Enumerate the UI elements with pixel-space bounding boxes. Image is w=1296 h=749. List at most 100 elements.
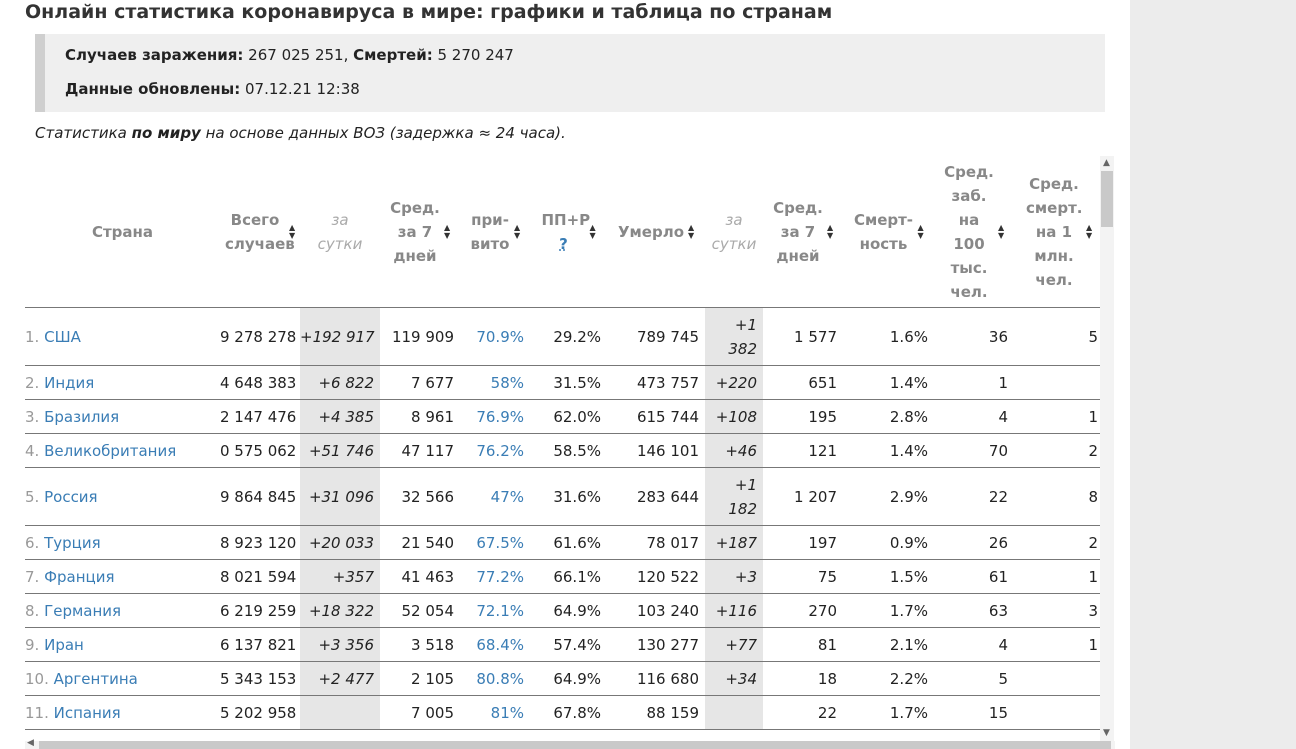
mortality-cell: 1.4% [843, 433, 934, 468]
total-cases-cell: 9 278 278 [220, 307, 300, 366]
deaths-day-cell [705, 695, 763, 730]
vertical-scrollbar[interactable]: ▲ ▼ [1100, 156, 1114, 742]
total-cases-cell: 4 648 383 [220, 365, 300, 400]
mortality-cell: 2.2% [843, 661, 934, 696]
scroll-up-icon[interactable]: ▲ [1103, 158, 1110, 168]
ppr-cell: 64.9% [530, 661, 607, 696]
table-row: 6. Турция 8 923 120 +20 033 21 540 67.5% 61.6… [25, 525, 1100, 560]
ppr-cell: 57.4% [530, 627, 607, 662]
stats-table-wrap: Страна Всего случаев ▲ ▼ за сутки Сред. за… [25, 156, 1100, 742]
table-row: 4. Великобритания 0 575 062 +51 746 47 117 7… [25, 433, 1100, 468]
deaths-cell: 116 680 [607, 661, 705, 696]
country-cell: 5. Россия [25, 467, 220, 526]
table-row: 5. Россия 9 864 845 +31 096 32 566 47% 31.6% 2… [25, 467, 1100, 526]
col-header-mortality[interactable]: Смерт-ность ▲ ▼ [843, 156, 934, 308]
country-link[interactable]: Индия [44, 374, 94, 392]
stats-table: Страна Всего случаев ▲ ▼ за сутки Сред. за… [25, 156, 1100, 730]
col-header-avg7-deaths[interactable]: Сред. за 7 дней ▲ ▼ [763, 156, 843, 308]
vaccinated-cell: 72.1% [460, 593, 530, 628]
deaths-cell: 789 745 [607, 307, 705, 366]
deaths-label: Смертей: [353, 46, 433, 64]
deaths-cell: 130 277 [607, 627, 705, 662]
col-header-cases-day[interactable]: за сутки [300, 156, 380, 308]
cases-day-cell: +18 322 [300, 593, 380, 628]
scrollbar-thumb[interactable] [1101, 171, 1113, 227]
row-number: 3. [25, 407, 40, 426]
col-header-vaccinated[interactable]: при-вито ▲ ▼ [460, 156, 530, 308]
avg7-cell: 119 909 [380, 307, 460, 366]
deaths-day-cell: +108 [705, 399, 763, 434]
avg7-deaths-cell: 197 [763, 525, 843, 560]
cases-100k-cell: 5 [934, 661, 1014, 696]
deaths-1m-cell [1014, 661, 1100, 696]
col-header-avg7[interactable]: Сред. за 7 дней ▲ ▼ [380, 156, 460, 308]
avg7-cell: 7 677 [380, 365, 460, 400]
cases-day-cell: +6 822 [300, 365, 380, 400]
country-link[interactable]: Турция [44, 534, 101, 552]
avg7-deaths-cell: 18 [763, 661, 843, 696]
total-cases-cell: 0 575 062 [220, 433, 300, 468]
avg7-cell: 8 961 [380, 399, 460, 434]
deaths-1m-cell: 2 [1014, 525, 1100, 560]
col-header-avg-cases-100k[interactable]: Сред. заб. на 100 тыс. чел. ▲ ▼ [934, 156, 1014, 308]
deaths-day-cell: +3 [705, 559, 763, 594]
horizontal-scrollbar[interactable]: ◀ [25, 738, 1115, 749]
row-number: 1. [25, 327, 40, 346]
header-label: Смерт-ность [853, 210, 914, 253]
deaths-1m-cell: 5 [1014, 307, 1100, 366]
scroll-left-icon[interactable]: ◀ [27, 738, 34, 748]
country-link[interactable]: Франция [44, 568, 114, 586]
country-cell: 2. Индия [25, 365, 220, 400]
deaths-cell: 146 101 [607, 433, 705, 468]
table-row: 2. Индия 4 648 383 +6 822 7 677 58% 31.5% 473 … [25, 365, 1100, 400]
col-header-ppr[interactable]: ПП+Р? ▲ ▼ [530, 156, 607, 308]
country-link[interactable]: Германия [44, 602, 121, 620]
scrollbar-thumb-horizontal[interactable] [39, 741, 1111, 749]
total-cases-cell: 2 147 476 [220, 399, 300, 434]
vaccinated-cell: 76.9% [460, 399, 530, 434]
summary-box: Случаев заражения: 267 025 251, Смертей:… [35, 34, 1105, 112]
deaths-cell: 283 644 [607, 467, 705, 526]
header-label: Сред. смерт. на 1 млн. чел. [1026, 174, 1083, 289]
avg7-deaths-cell: 121 [763, 433, 843, 468]
cases-100k-cell: 1 [934, 365, 1014, 400]
note-text-2: на основе данных ВОЗ (задержка ≈ 24 часа… [200, 124, 566, 142]
ppr-cell: 62.0% [530, 399, 607, 434]
sort-icon: ▲ ▼ [998, 222, 1005, 240]
country-link[interactable]: Великобритания [44, 442, 176, 460]
row-number: 8. [25, 601, 40, 620]
header-label: за сутки [711, 210, 757, 253]
country-link[interactable]: Бразилия [44, 408, 119, 426]
country-link[interactable]: Иран [44, 636, 84, 654]
ppr-help-link[interactable]: ? [559, 235, 568, 253]
page-title: Онлайн статистика коронавируса в мире: г… [25, 1, 833, 23]
avg7-deaths-cell: 1 577 [763, 307, 843, 366]
country-link[interactable]: США [44, 328, 81, 346]
col-header-total-cases[interactable]: Всего случаев ▲ ▼ [220, 156, 300, 308]
total-cases-cell: 8 923 120 [220, 525, 300, 560]
avg7-cell: 41 463 [380, 559, 460, 594]
col-header-deaths-day[interactable]: за сутки [705, 156, 763, 308]
cases-day-cell: +192 917 [300, 307, 380, 366]
vaccinated-cell: 70.9% [460, 307, 530, 366]
cases-day-cell: +2 477 [300, 661, 380, 696]
mortality-cell: 1.5% [843, 559, 934, 594]
table-row: 9. Иран 6 137 821 +3 356 3 518 68.4% 57.4% 130… [25, 627, 1100, 662]
country-cell: 4. Великобритания [25, 433, 220, 468]
deaths-cell: 120 522 [607, 559, 705, 594]
country-link[interactable]: Россия [44, 488, 98, 506]
updated-label: Данные обновлены: [65, 80, 241, 98]
col-header-avg-deaths-1m[interactable]: Сред. смерт. на 1 млн. чел. ▲ ▼ [1014, 156, 1100, 308]
country-link[interactable]: Испания [54, 704, 121, 722]
deaths-value: 5 270 247 [437, 46, 514, 64]
vaccinated-cell: 76.2% [460, 433, 530, 468]
col-header-country[interactable]: Страна [25, 156, 220, 308]
country-link[interactable]: Аргентина [54, 670, 138, 688]
deaths-cell: 88 159 [607, 695, 705, 730]
ppr-cell: 31.5% [530, 365, 607, 400]
mortality-cell: 2.8% [843, 399, 934, 434]
col-header-deaths[interactable]: Умерло ▲ ▼ [607, 156, 705, 308]
row-number: 7. [25, 567, 40, 586]
scroll-down-icon[interactable]: ▼ [1103, 728, 1110, 738]
vaccinated-cell: 68.4% [460, 627, 530, 662]
